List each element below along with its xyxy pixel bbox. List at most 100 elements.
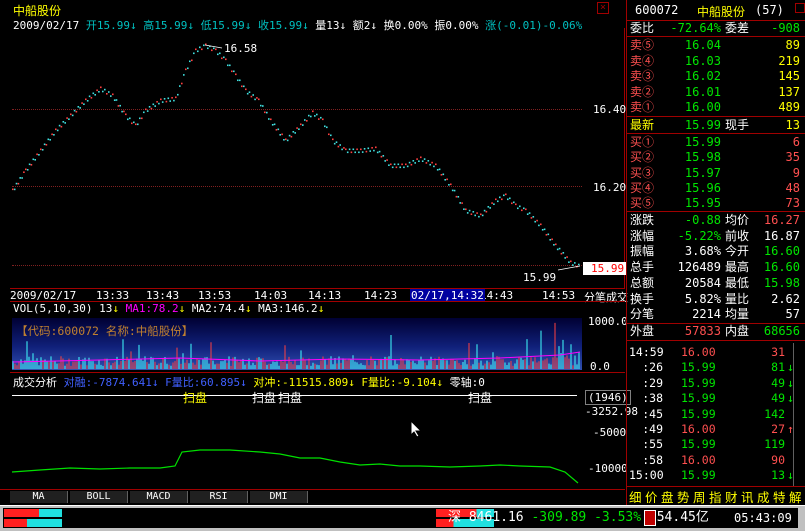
trade-cell: 90 (771, 452, 785, 467)
bid-level-v2: 48 (785, 180, 800, 195)
trade-cell: :38 (642, 391, 663, 406)
stat-row-l2: 今开 (725, 244, 750, 259)
bid-level-lbl: 买② (630, 150, 655, 165)
trade-cell: :55 (642, 437, 663, 452)
stat-row-l2: 均价 (725, 213, 750, 227)
quote-side-tab[interactable]: 价 (645, 487, 658, 506)
quote-side-tab[interactable]: 特 (773, 487, 786, 506)
stat-row-lbl: 总额 (630, 275, 655, 290)
quote-name: 中船股份 (697, 5, 746, 19)
trade-cell: 31 (771, 345, 785, 359)
bid-level: 买② 15.98 35 (627, 150, 805, 165)
weicha-label: 委差 (725, 21, 750, 35)
quote-side-tab[interactable]: 成 (757, 487, 770, 506)
trade-cell: 15.99 (681, 437, 716, 452)
tab-boll[interactable]: BOLL (70, 491, 128, 503)
quote-side-tab[interactable]: 势 (677, 487, 690, 506)
stat-row-v2: 15.98 (763, 275, 800, 290)
ask-level-v1: 16.02 (684, 69, 721, 83)
stat-row-l2: 前收 (725, 228, 750, 243)
stat-row-v1: -5.22% (677, 228, 721, 243)
panel-scroll-up-icon[interactable] (795, 3, 805, 13)
stat-row-v2: 16.60 (763, 244, 800, 259)
trade-cell: 27 (771, 422, 785, 436)
ask-level: 卖② 16.01 137 (627, 85, 805, 100)
tab-ma[interactable]: MA (10, 491, 68, 503)
trade-cell: 13 (771, 468, 785, 483)
quote-side-tab[interactable]: 盘 (661, 487, 674, 506)
trade-cell: 119 (764, 437, 785, 452)
bid-level-v2: 9 (792, 165, 800, 180)
ask-level-v1: 16.04 (684, 38, 721, 52)
stat-row-lbl: 分笔 (630, 307, 655, 322)
bid-level-lbl: 买① (630, 135, 655, 149)
tab-macd[interactable]: MACD (130, 491, 188, 503)
bid-level-v1: 15.97 (684, 165, 721, 180)
trade-row: :26 15.99 81 ↓ (627, 360, 805, 375)
ask-level-v1: 16.00 (684, 100, 721, 114)
ask-level: 卖⑤ 16.04 89 (627, 38, 805, 53)
bid-level-v2: 73 (785, 196, 800, 211)
bid-level-lbl: 买④ (630, 180, 655, 195)
trade-cell: 142 (764, 406, 785, 421)
stat-row-v1: 2214 (692, 307, 721, 322)
stat-row: 涨幅 -5.22% 前收 16.87 (627, 229, 805, 244)
stat-row-l2: 量比 (725, 291, 750, 306)
tab-rsi[interactable]: RSI (190, 491, 248, 503)
quote-side-tab[interactable]: 财 (725, 487, 738, 506)
stat-row: 涨跌 -0.88 均价 16.27 (627, 213, 805, 228)
stat-row-lbl: 换手 (630, 291, 655, 306)
weibi-value: -72.64% (670, 21, 721, 35)
analysis-line (11, 449, 579, 484)
trade-cell: 16.00 (681, 422, 716, 436)
ask-level-v2: 489 (778, 100, 800, 114)
status-change: -309.89 (531, 510, 587, 525)
weicha-value: -908 (771, 21, 800, 35)
trade-cell: 49 (771, 391, 785, 406)
ask-level-lbl: 卖① (630, 100, 655, 114)
bid-level-v1: 15.98 (684, 150, 721, 165)
trades-scrollbar[interactable] (793, 343, 805, 486)
stat-row-lbl: 涨幅 (630, 228, 655, 243)
stat-row-l2: 最高 (725, 260, 750, 275)
quote-side-tab[interactable]: 讯 (741, 487, 754, 506)
status-time: 05:43:09 (734, 511, 792, 525)
ask-level-lbl: 卖③ (630, 69, 655, 83)
quote-side-tab[interactable]: 细 (629, 487, 642, 506)
status-index: 8461.16 (468, 510, 524, 525)
latest-price: 15.99 (684, 118, 721, 132)
quote-side-tab[interactable]: 指 (709, 487, 722, 506)
quote-count: (57) (755, 3, 784, 17)
stat-row-v1: -0.88 (684, 213, 721, 227)
tab-dmi[interactable]: DMI (250, 491, 308, 503)
ask-level-lbl: 卖⑤ (630, 38, 655, 52)
stat-row-v2: 2.62 (771, 291, 800, 306)
stat-row: 振幅 3.68% 今开 16.60 (627, 244, 805, 259)
latest-label: 最新 (630, 118, 655, 132)
trade-row: 15:00 15.99 13 ↓ (627, 468, 805, 483)
stat-row-v1: 20584 (684, 275, 721, 290)
bid-level-v1: 15.99 (684, 135, 721, 149)
trade-cell: 15.99 (681, 360, 716, 375)
trade-cell: :45 (642, 406, 663, 421)
stat-row: 总额 20584 最低 15.98 (627, 276, 805, 291)
trade-cell: 15.99 (681, 375, 716, 390)
stat-row-v2: 16.87 (763, 228, 800, 243)
ask-level-v2: 145 (778, 69, 800, 83)
quote-side-tab[interactable]: 解 (789, 487, 802, 506)
stat-row: 换手 5.82% 量比 2.62 (627, 292, 805, 307)
analysis-line-chart[interactable] (0, 0, 625, 490)
ask-level-lbl: 卖④ (630, 53, 655, 68)
market-meter-left-2 (4, 519, 62, 527)
quote-panel: 600072 中船股份 (57) 委比 -72.64% 委差 -908 卖⑤ 16… (626, 0, 805, 505)
bid-level-v1: 15.96 (684, 180, 721, 195)
bid-level: 买① 15.99 6 (627, 135, 805, 150)
stat-row-v2: 16.27 (763, 213, 800, 227)
network-icon (644, 510, 656, 526)
trade-cell: 81 (771, 360, 785, 375)
status-amount: 854.45亿 (648, 510, 709, 525)
bid-level-lbl: 买③ (630, 165, 655, 180)
quote-side-tab[interactable]: 周 (693, 487, 706, 506)
trade-cell: :29 (642, 375, 663, 390)
trade-row: :55 15.99 119 (627, 437, 805, 452)
